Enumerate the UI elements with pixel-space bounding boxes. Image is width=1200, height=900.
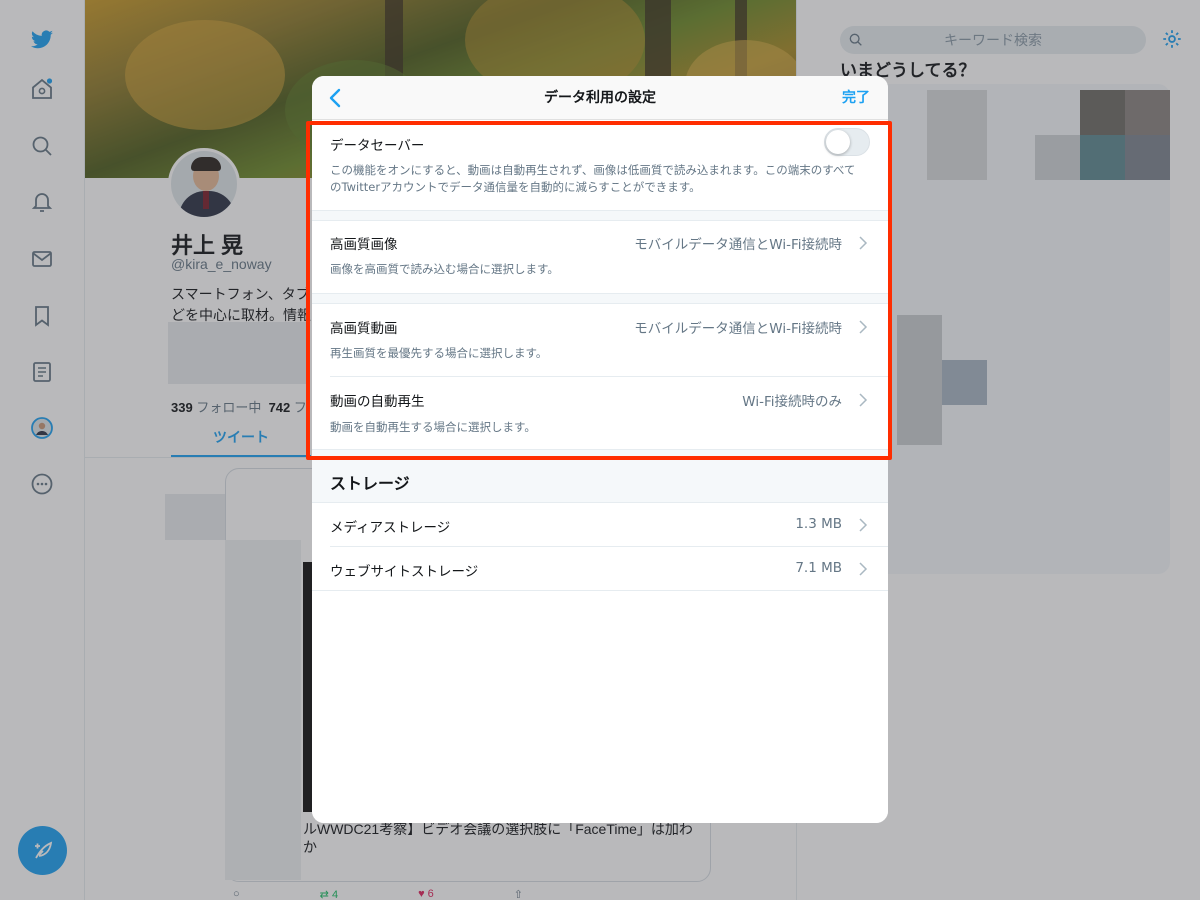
storage-header: ストレージ bbox=[330, 474, 410, 493]
chevron-right-icon bbox=[859, 518, 868, 532]
section-divider bbox=[312, 590, 888, 591]
done-button[interactable]: 完了 bbox=[842, 76, 870, 120]
website-storage-label: ウェブサイトストレージ bbox=[330, 564, 479, 580]
website-storage-value: 7.1 MB bbox=[795, 560, 842, 576]
website-storage-row[interactable]: ウェブサイトストレージ 7.1 MB bbox=[312, 547, 888, 590]
media-storage-row[interactable]: メディアストレージ 1.3 MB bbox=[312, 503, 888, 546]
highlight-box bbox=[306, 121, 892, 460]
chevron-right-icon bbox=[859, 562, 868, 576]
media-storage-label: メディアストレージ bbox=[330, 520, 451, 536]
dialog-header: データ利用の設定 完了 bbox=[312, 76, 888, 120]
dialog-title: データ利用の設定 bbox=[544, 90, 656, 106]
media-storage-value: 1.3 MB bbox=[795, 516, 842, 532]
